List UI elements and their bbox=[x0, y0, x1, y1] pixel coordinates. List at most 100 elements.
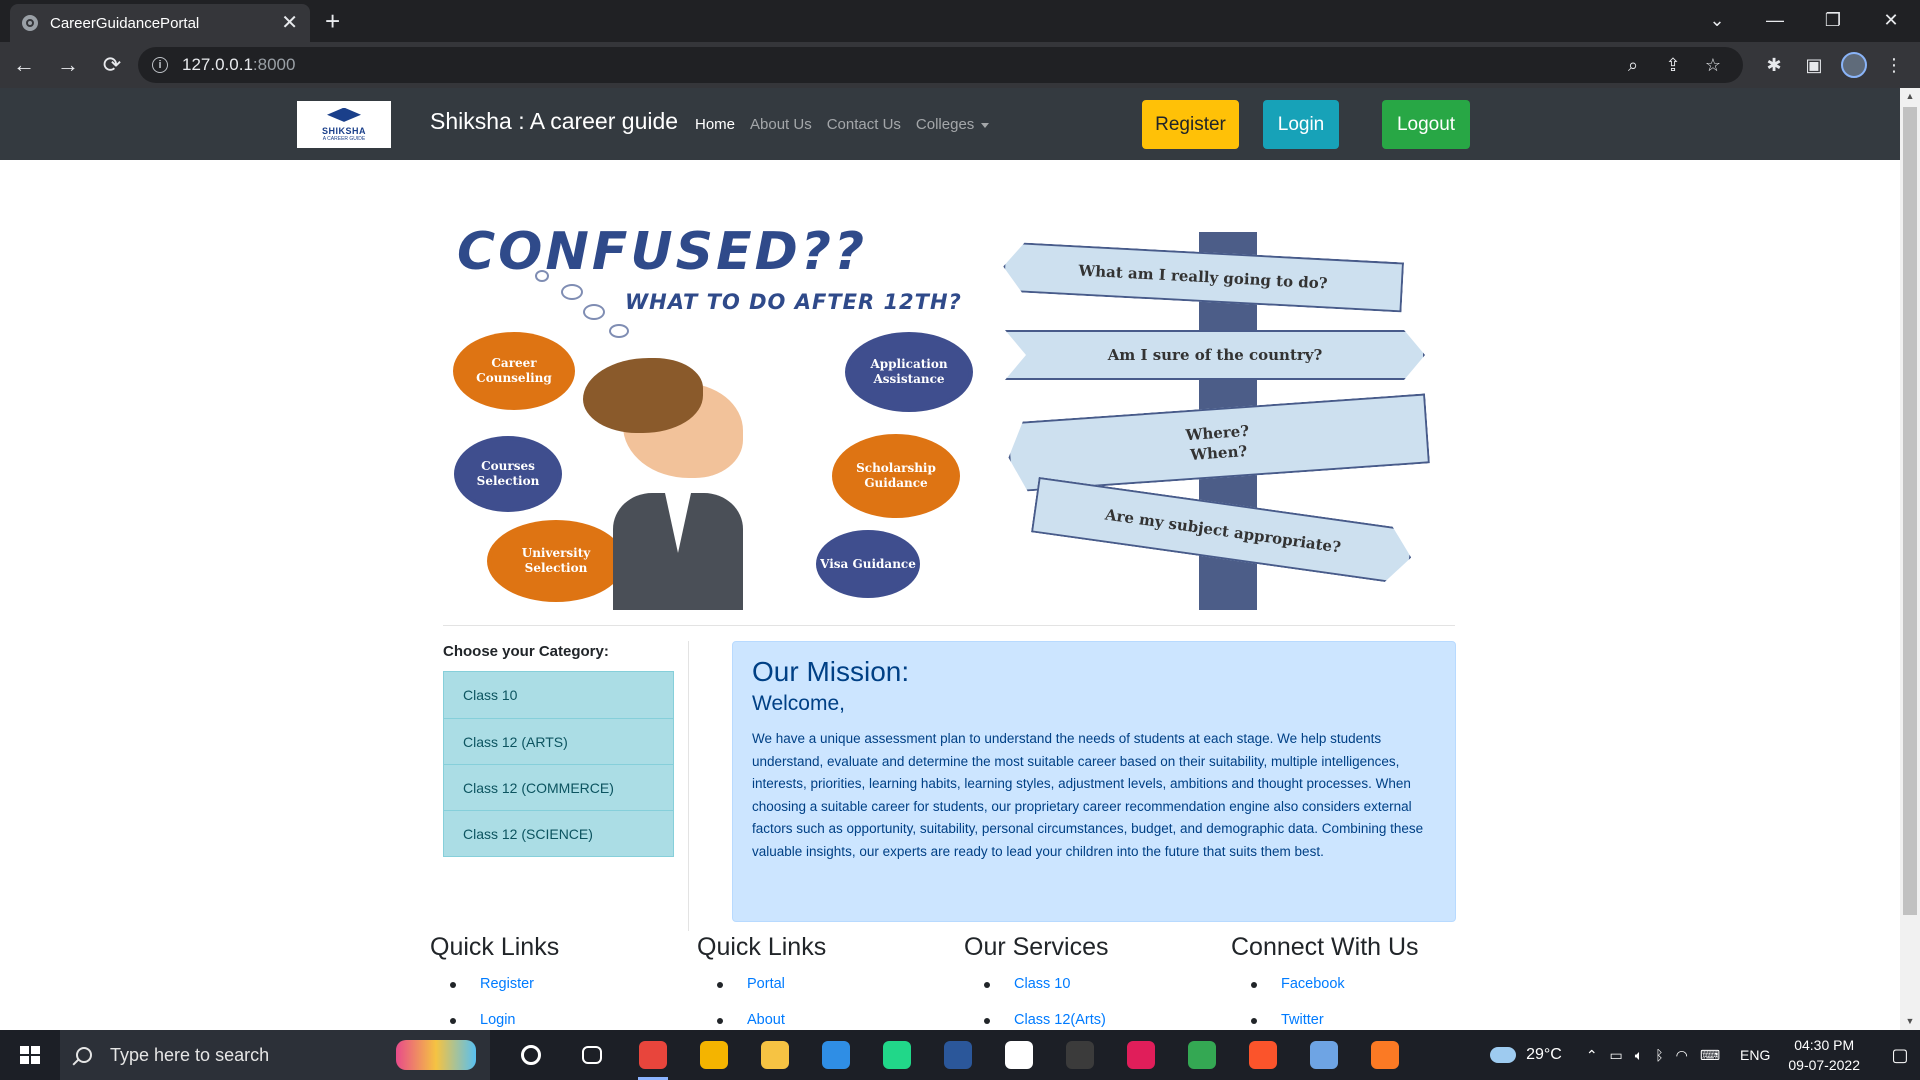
chrome-icon[interactable] bbox=[622, 1030, 683, 1080]
footer-link-class-12-arts[interactable]: Class 12(Arts) bbox=[984, 1012, 1224, 1030]
chrome-alt-icon-glyph bbox=[1187, 1041, 1216, 1069]
brave-icon[interactable] bbox=[1232, 1030, 1293, 1080]
taskbar-apps bbox=[500, 1030, 1415, 1080]
pycharm-icon-glyph bbox=[882, 1041, 911, 1069]
slack-icon[interactable] bbox=[1110, 1030, 1171, 1080]
register-button[interactable]: Register bbox=[1142, 100, 1239, 149]
profile-avatar[interactable] bbox=[1841, 52, 1867, 78]
address-bar[interactable]: i 127.0.0.1:8000 ⌕ ⇪ ☆ bbox=[138, 47, 1743, 83]
site-logo[interactable]: SHIKSHA A CAREER GUIDE bbox=[297, 101, 391, 148]
notification-icon[interactable]: ▢ bbox=[1880, 1030, 1920, 1080]
category-list: Class 10 Class 12 (ARTS) Class 12 (COMME… bbox=[443, 671, 674, 857]
wifi-icon[interactable]: ◠ bbox=[1676, 1047, 1688, 1064]
xampp-icon[interactable] bbox=[1354, 1030, 1415, 1080]
site-brand[interactable]: Shiksha : A career guide bbox=[430, 108, 678, 135]
taskbar-search-placeholder: Type here to search bbox=[110, 1044, 270, 1065]
footer-link-register[interactable]: Register bbox=[450, 976, 690, 1012]
category-item-class-12-commerce[interactable]: Class 12 (COMMERCE) bbox=[444, 764, 673, 810]
language-indicator[interactable]: ENG bbox=[1740, 1047, 1770, 1063]
zoom-icon[interactable]: ⌕ bbox=[1613, 55, 1653, 76]
chevron-up-icon[interactable]: ⌃ bbox=[1586, 1047, 1598, 1064]
back-button[interactable]: ← bbox=[4, 45, 44, 85]
terminal-icon[interactable] bbox=[1049, 1030, 1110, 1080]
bluetooth-icon[interactable]: ᛒ bbox=[1655, 1047, 1663, 1064]
signpost-sign: Am I sure of the country? bbox=[1005, 330, 1425, 380]
system-tray: 29°C ⌃ ▭ 🔈︎ ᛒ ◠ ⌨ ENG 04:30 PM 09-07-202… bbox=[1490, 1030, 1920, 1080]
bookmark-star-icon[interactable]: ☆ bbox=[1693, 55, 1733, 76]
extensions-icon[interactable]: ✱ bbox=[1754, 45, 1794, 85]
section-divider bbox=[443, 625, 1455, 626]
volume-icon[interactable]: 🔈︎ bbox=[1635, 1047, 1643, 1064]
scroll-up-arrow-icon[interactable]: ▲ bbox=[1900, 88, 1920, 105]
thought-dot bbox=[561, 284, 583, 300]
vscode-icon[interactable] bbox=[805, 1030, 866, 1080]
footer-link-portal[interactable]: Portal bbox=[717, 976, 957, 1012]
bubble-visa-guidance: Visa Guidance bbox=[820, 534, 916, 594]
category-item-class-12-arts[interactable]: Class 12 (ARTS) bbox=[444, 718, 673, 764]
minimize-button[interactable]: — bbox=[1746, 0, 1804, 40]
new-tab-button[interactable]: + bbox=[325, 8, 340, 34]
hero-subtitle: WHAT TO DO AFTER 12TH? bbox=[625, 290, 962, 314]
tray-icons: ⌃ ▭ 🔈︎ ᛒ ◠ ⌨ bbox=[1580, 1047, 1726, 1064]
footer-link-facebook[interactable]: Facebook bbox=[1251, 976, 1491, 1012]
vscode-icon-glyph bbox=[821, 1041, 850, 1069]
chrome-alt-icon[interactable] bbox=[1171, 1030, 1232, 1080]
cortana-icon[interactable] bbox=[500, 1030, 561, 1080]
reload-button[interactable]: ⟳ bbox=[92, 45, 132, 85]
bubble-career-counseling: Career Counseling bbox=[457, 336, 571, 406]
signpost-sign: What am I really going to do? bbox=[1002, 242, 1404, 313]
virtualbox-icon[interactable] bbox=[1293, 1030, 1354, 1080]
mission-title: Our Mission: bbox=[752, 656, 910, 687]
nav-colleges-dropdown[interactable]: Colleges bbox=[915, 116, 990, 133]
taskbar-clock[interactable]: 04:30 PM 09-07-2022 bbox=[1788, 1035, 1860, 1075]
tab-close-icon[interactable]: ✕ bbox=[281, 13, 298, 33]
file-explorer-icon[interactable] bbox=[744, 1030, 805, 1080]
footer-link-class-10[interactable]: Class 10 bbox=[984, 976, 1224, 1012]
graduation-cap-icon bbox=[327, 107, 361, 122]
site-info-icon[interactable]: i bbox=[152, 57, 168, 73]
scroll-down-arrow-icon[interactable]: ▼ bbox=[1900, 1013, 1920, 1030]
menu-dots-icon[interactable]: ⋮ bbox=[1874, 45, 1914, 85]
clock-date: 09-07-2022 bbox=[1788, 1057, 1860, 1073]
footer-link-list: Register Login bbox=[430, 976, 690, 1030]
keyboard-icon[interactable]: ⌨ bbox=[1700, 1047, 1720, 1064]
word-icon-glyph bbox=[943, 1041, 972, 1069]
chrome-profile-icon[interactable] bbox=[683, 1030, 744, 1080]
pycharm-icon[interactable] bbox=[866, 1030, 927, 1080]
scrollbar-thumb[interactable] bbox=[1903, 107, 1917, 915]
close-window-button[interactable]: ✕ bbox=[1862, 0, 1920, 40]
nav-about[interactable]: About Us bbox=[750, 116, 812, 133]
weather-widget[interactable]: 29°C bbox=[1490, 1046, 1562, 1064]
word-icon[interactable] bbox=[927, 1030, 988, 1080]
tab-list-icon[interactable]: ⌄ bbox=[1688, 0, 1746, 40]
nav-home[interactable]: Home bbox=[695, 116, 735, 133]
tab-title: CareerGuidancePortal bbox=[50, 14, 200, 32]
taskbar-search-box[interactable]: Type here to search bbox=[60, 1030, 490, 1080]
url-host: 127.0.0.1 bbox=[182, 55, 253, 74]
footer-link-about[interactable]: About bbox=[717, 1012, 957, 1030]
footer-link-login[interactable]: Login bbox=[450, 1012, 690, 1030]
windows-start-icon[interactable] bbox=[10, 1040, 50, 1070]
page-scrollbar[interactable]: ▲ ▼ bbox=[1900, 88, 1920, 1030]
nav-contact[interactable]: Contact Us bbox=[827, 116, 901, 133]
browser-tab[interactable]: CareerGuidancePortal ✕ bbox=[10, 4, 310, 42]
category-item-class-10[interactable]: Class 10 bbox=[444, 672, 673, 718]
thought-dot bbox=[535, 270, 549, 282]
url-port: :8000 bbox=[252, 55, 296, 74]
battery-icon[interactable]: ▭ bbox=[1610, 1047, 1623, 1064]
forward-button[interactable]: → bbox=[48, 45, 88, 85]
task-view-icon[interactable] bbox=[561, 1030, 622, 1080]
side-panel-icon[interactable]: ▣ bbox=[1794, 45, 1834, 85]
weather-temperature: 29°C bbox=[1526, 1046, 1562, 1063]
footer-link-twitter[interactable]: Twitter bbox=[1251, 1012, 1491, 1030]
category-item-class-12-science[interactable]: Class 12 (SCIENCE) bbox=[444, 810, 673, 856]
share-icon[interactable]: ⇪ bbox=[1653, 55, 1693, 76]
login-button[interactable]: Login bbox=[1263, 100, 1339, 149]
wordpad-icon[interactable] bbox=[988, 1030, 1049, 1080]
bubble-courses-selection: Courses Selection bbox=[458, 440, 558, 508]
restore-button[interactable]: ❐ bbox=[1804, 0, 1862, 40]
nav-colleges-label: Colleges bbox=[915, 116, 975, 133]
logout-button[interactable]: Logout bbox=[1382, 100, 1470, 149]
toolbar-right: ✱ ▣ ⋮ bbox=[1754, 45, 1914, 85]
footer-column-connect: Connect With Us Facebook Twitter bbox=[1231, 933, 1491, 1030]
